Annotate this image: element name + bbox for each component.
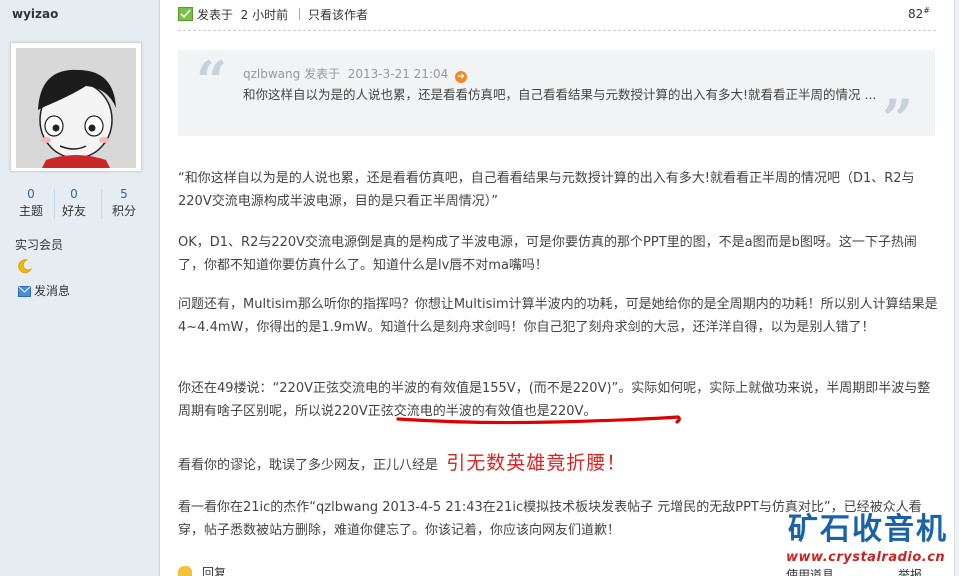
quote-posted-prefix: 发表于: [304, 67, 341, 81]
send-message-label: 发消息: [34, 284, 71, 298]
scrollbar-edge[interactable]: [954, 0, 959, 576]
send-message-link[interactable]: 发消息: [18, 282, 70, 299]
only-author-link[interactable]: 只看该作者: [308, 6, 368, 23]
post-paragraph: OK，D1、R2与220V交流电源倒是真的是构成了半波电源，可是你要仿真的那个P…: [178, 235, 917, 273]
post-paragraph: 问题还有，Multisim那么听你的指挥吗？你想让Multisim计算半波内的功…: [178, 297, 938, 335]
close-quote-icon: ”: [882, 87, 914, 151]
p5-lead: 看看你的谬论，耽误了多少网友，正儿八经是: [178, 458, 439, 473]
post-paragraph: 看看你的谬论，耽误了多少网友，正儿八经是 引无数英雄竟折腰！: [178, 452, 938, 477]
reply-button[interactable]: 回复: [202, 564, 226, 576]
use-item-link[interactable]: 使用道具: [786, 566, 834, 576]
watermark-url: www.crystalradio.cn: [786, 550, 946, 565]
stat-points[interactable]: 5 积分: [104, 187, 144, 221]
reply-icon[interactable]: [178, 566, 192, 576]
quote-meta: qzlbwang 发表于 2013-3-21 21:04 ➜: [243, 65, 468, 83]
stat-friends[interactable]: 0 好友: [54, 187, 94, 221]
stat-friends-label: 好友: [61, 204, 86, 218]
online-status-icon: [178, 7, 193, 21]
watermark-logo: 矿石收音机: [788, 512, 948, 547]
header-divider-line: [178, 30, 936, 31]
floor-number[interactable]: 82#: [908, 6, 930, 21]
stat-threads-label: 主题: [18, 204, 43, 218]
posted-prefix: 发表于: [197, 8, 234, 22]
avatar-frame[interactable]: [10, 42, 142, 172]
posted-time: 2 小时前: [240, 8, 289, 22]
post-time: 发表于 2 小时前: [197, 6, 288, 23]
envelope-icon: [18, 286, 31, 297]
post-header: 发表于 2 小时前 只看该作者 82#: [178, 0, 930, 28]
author-username[interactable]: wyizao: [12, 7, 58, 21]
stat-threads[interactable]: 0 主题: [11, 187, 51, 221]
open-quote-icon: “: [196, 49, 228, 113]
moon-icon: [18, 259, 32, 274]
stat-threads-value: 0: [27, 187, 35, 201]
quote-author[interactable]: qzlbwang: [243, 67, 300, 81]
stat-points-label: 积分: [111, 204, 136, 218]
red-handdrawn-underline: [396, 415, 681, 425]
author-rank[interactable]: 实习会员: [15, 236, 63, 253]
quote-block: “ qzlbwang 发表于 2013-3-21 21:04 ➜ 和你这样自以为…: [178, 49, 935, 146]
author-sidebar: wyizao 0 主题 0 好友 5 积分 实习会员 发消息: [0, 0, 160, 576]
emphasis-quote: 引无数英雄竟折腰！: [446, 452, 627, 474]
stat-divider: [101, 189, 102, 219]
quote-text: 和你这样自以为是的人说也累，还是看看仿真吧，自己看看结果与元数授计算的出入有多大…: [243, 87, 877, 102]
report-link[interactable]: 举报: [898, 566, 922, 576]
floor-value: 82: [908, 7, 924, 21]
stat-friends-value: 0: [70, 187, 78, 201]
avatar[interactable]: [16, 48, 136, 168]
goto-quote-icon[interactable]: ➜: [455, 71, 468, 83]
stat-points-value: 5: [120, 187, 128, 201]
floor-mark: #: [923, 6, 930, 15]
post-paragraph: “和你这样自以为是的人说也累，还是看看仿真吧，自己看看结果与元数授计算的出入有多…: [178, 171, 915, 209]
header-divider: [299, 8, 300, 20]
quote-time: 2013-3-21 21:04: [347, 67, 449, 81]
